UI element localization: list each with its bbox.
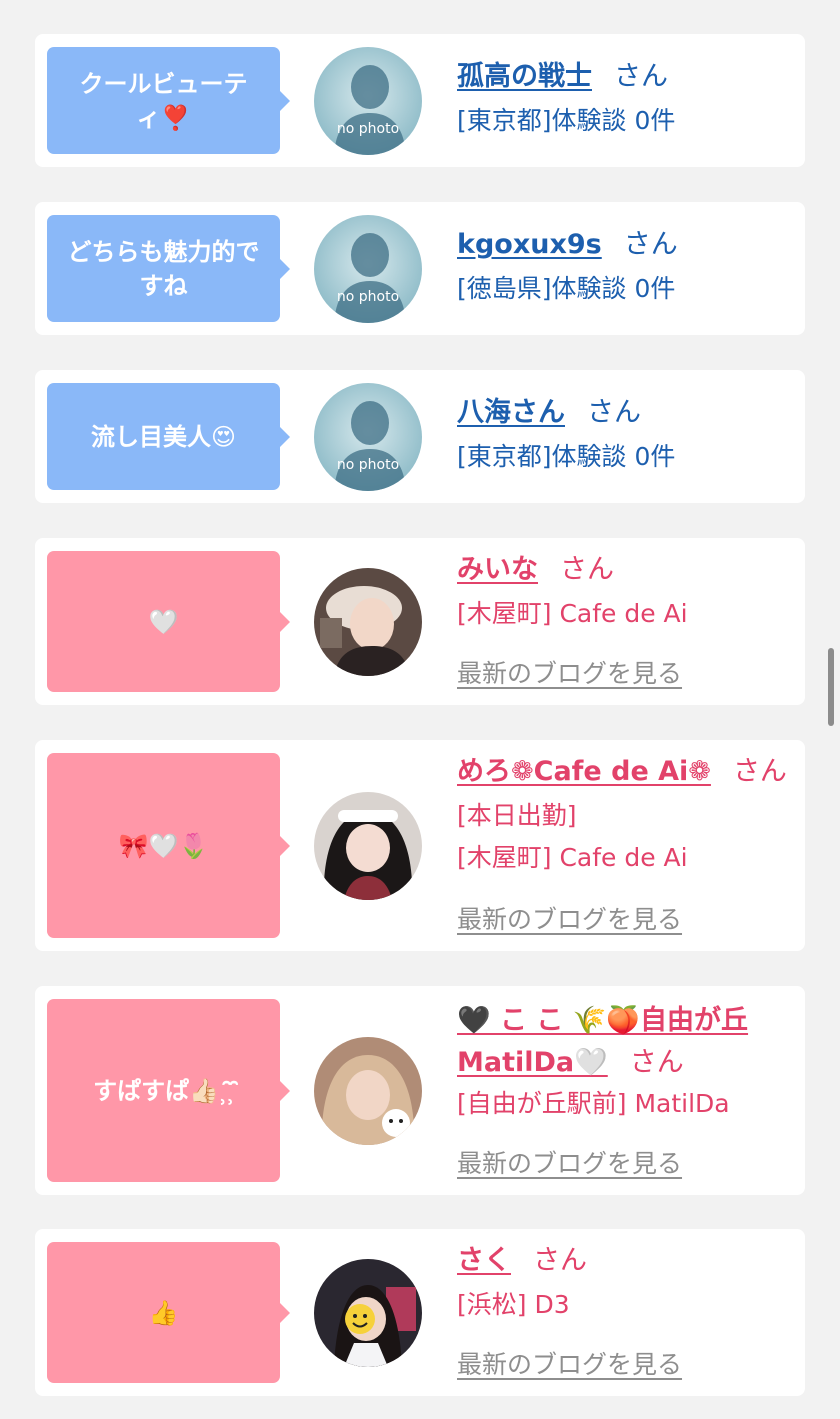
svg-text:no photo: no photo	[337, 457, 399, 473]
comment-bubble: クールビューティ❣️	[47, 47, 290, 154]
view-blog-link[interactable]: 最新のブログを見る	[457, 654, 682, 690]
avatar-no-photo[interactable]: no photo	[314, 47, 422, 155]
no-photo-avatar-icon: no photo	[314, 215, 422, 323]
svg-text:no photo: no photo	[337, 121, 399, 137]
cast-photo-icon	[314, 792, 422, 900]
comment-bubble: どちらも魅力的ですね	[47, 215, 290, 322]
work-status: [本日出勤]	[457, 801, 577, 830]
comment-bubble: 🤍	[47, 551, 290, 692]
svg-text:no photo: no photo	[337, 289, 399, 305]
cast-name-link[interactable]: さく	[457, 1245, 511, 1276]
honorific: さん	[623, 229, 678, 260]
cast-photo-icon	[314, 568, 422, 676]
cast-photo-icon	[314, 1037, 422, 1145]
honorific: さん	[587, 397, 641, 428]
review-card: 👍 さく さん [浜松] D3 最新のブログを見る	[35, 1229, 805, 1396]
cast-name-link[interactable]: みいな	[457, 554, 538, 585]
honorific: さん	[732, 756, 787, 787]
scrollbar-thumb[interactable]	[828, 648, 834, 726]
cast-photo-icon	[314, 1259, 422, 1367]
comment-bubble: すぱすぱ👍🏻⸒̑⸒̑	[47, 999, 290, 1182]
cast-avatar[interactable]	[314, 1259, 422, 1367]
honorific: さん	[533, 1245, 587, 1276]
user-name-link[interactable]: 八海さん	[457, 397, 565, 428]
user-meta: [東京都]体験談 0件	[457, 106, 676, 135]
cast-avatar[interactable]	[314, 568, 422, 676]
cast-name-link[interactable]: めろ❁Cafe de Ai❁	[457, 756, 711, 787]
view-blog-link[interactable]: 最新のブログを見る	[457, 1144, 682, 1180]
honorific: さん	[560, 554, 614, 585]
review-card: クールビューティ❣️ no photo 孤高の戦士 さん [東京都]体験談 0件	[35, 34, 805, 167]
review-card: 流し目美人😍 no photo 八海さん さん [東京都]体験談 0件	[35, 370, 805, 503]
view-blog-link[interactable]: 最新のブログを見る	[457, 1345, 682, 1381]
review-card: 🤍 みいな さん [木屋町] Cafe de Ai 最新のブログを見る	[35, 538, 805, 705]
view-blog-link[interactable]: 最新のブログを見る	[457, 900, 682, 936]
honorific: さん	[629, 1047, 684, 1078]
comment-bubble: 🎀🤍🌷	[47, 753, 290, 938]
user-name-link[interactable]: kgoxux9s	[457, 229, 602, 260]
user-name-link[interactable]: 孤高の戦士	[457, 61, 592, 92]
no-photo-avatar-icon: no photo	[314, 47, 422, 155]
no-photo-avatar-icon: no photo	[314, 383, 422, 491]
cast-avatar[interactable]	[314, 792, 422, 900]
comment-bubble: 👍	[47, 1242, 290, 1383]
avatar-no-photo[interactable]: no photo	[314, 215, 422, 323]
shop-info: [木屋町] Cafe de Ai	[457, 599, 688, 628]
cast-name-link[interactable]: 🖤 こ こ 🌾🍑自由が丘MatilDa🤍	[457, 1005, 748, 1078]
review-card: 🎀🤍🌷 めろ❁Cafe de Ai❁ さん [本日出勤] [木屋町] Cafe d…	[35, 740, 805, 951]
review-card: どちらも魅力的ですね no photo kgoxux9s さん [徳島県]体験談 …	[35, 202, 805, 335]
honorific: さん	[614, 61, 668, 92]
comment-bubble: 流し目美人😍	[47, 383, 290, 490]
user-meta: [東京都]体験談 0件	[457, 442, 676, 471]
shop-info: [自由が丘駅前] MatilDa	[457, 1089, 730, 1118]
user-meta: [徳島県]体験談 0件	[457, 274, 676, 303]
avatar-no-photo[interactable]: no photo	[314, 383, 422, 491]
cast-avatar[interactable]	[314, 1037, 422, 1145]
shop-info: [浜松] D3	[457, 1290, 570, 1319]
review-card: すぱすぱ👍🏻⸒̑⸒̑ 🖤 こ こ 🌾🍑自由が丘MatilDa🤍 さん [自由が丘駅…	[35, 986, 805, 1195]
shop-info: [木屋町] Cafe de Ai	[457, 843, 688, 872]
